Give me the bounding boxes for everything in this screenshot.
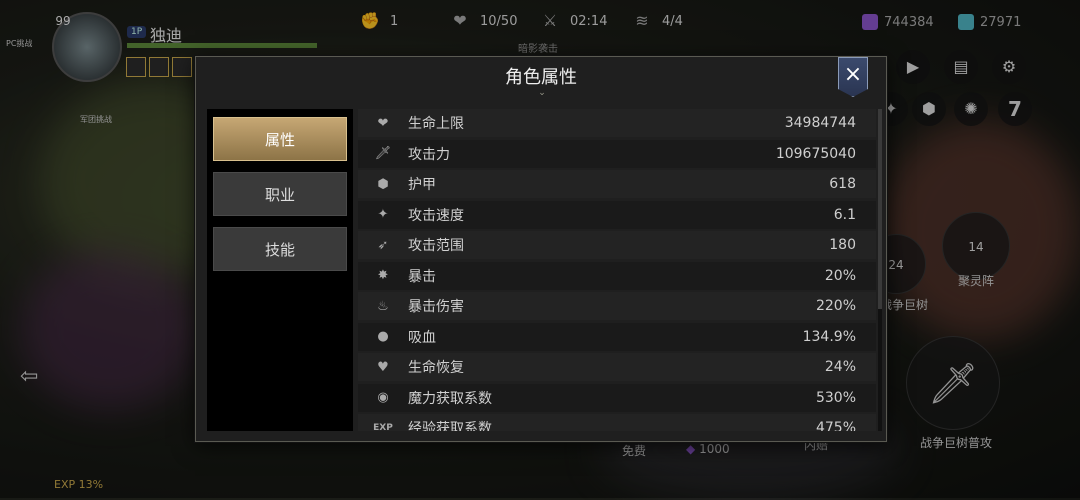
stat-label: 攻击速度 (408, 207, 464, 224)
tab-attributes[interactable]: 属性 (213, 117, 347, 161)
title-ornament-icon: ⌄ (538, 88, 546, 98)
range-icon: ➶ (377, 237, 389, 253)
tab-skills[interactable]: 技能 (213, 227, 347, 271)
stat-label: 暴击伤害 (408, 299, 464, 315)
stat-label: 魔力获取系数 (408, 390, 492, 407)
stat-value: 24% (824, 359, 856, 375)
stat-row: ✸ 暴击 20% (358, 261, 876, 290)
stat-value: 530% (815, 389, 856, 406)
stat-value: 180 (829, 237, 856, 253)
close-button[interactable]: × (838, 57, 868, 97)
sword-icon: 🗡 (374, 146, 392, 161)
stat-row: ⬢ 护甲 618 (358, 170, 876, 198)
regen-icon: ♥ (377, 359, 389, 375)
stat-label: 生命上限 (408, 116, 464, 132)
stats-scrollbar[interactable] (878, 109, 882, 431)
crit-icon: ✸ (377, 268, 389, 283)
stat-row: ❤ 生命上限 34984744 (358, 109, 876, 137)
stat-label: 经验获取系数 (408, 421, 492, 431)
stat-value: 618 (829, 176, 856, 192)
stat-value: 6.1 (833, 206, 856, 223)
exp-icon: EXP (373, 423, 393, 431)
stat-row: ♥ 生命恢复 24% (358, 353, 876, 381)
stat-value: 475% (815, 420, 856, 431)
shield-icon: ⬢ (377, 176, 389, 192)
speed-icon: ✦ (377, 207, 389, 222)
attributes-modal: 角色属性 ⌄ × 属性 职业 技能 ❤ 生命上限 34984744 🗡 攻击力 10967… (195, 56, 887, 442)
stat-row: ◉ 魔力获取系数 530% (358, 383, 876, 412)
stat-row: 🗡 攻击力 109675040 (358, 139, 876, 168)
stat-label: 攻击范围 (408, 238, 464, 254)
stat-row: ➶ 攻击范围 180 (358, 231, 876, 259)
heart-icon: ❤ (377, 115, 389, 131)
stat-label: 吸血 (408, 329, 436, 346)
stat-value: 109675040 (775, 145, 856, 162)
tab-sidebar: 属性 职业 技能 (207, 109, 353, 431)
mana-icon: ◉ (377, 390, 389, 405)
stat-label: 暴击 (408, 268, 436, 285)
stats-list[interactable]: ❤ 生命上限 34984744 🗡 攻击力 109675040 ⬢ 护甲 618 ✦ 攻击速度 6.1… (358, 109, 876, 431)
lifesteal-icon: ● (377, 329, 389, 344)
stat-value: 34984744 (784, 115, 856, 131)
stat-row: EXP 经验获取系数 475% (358, 414, 876, 431)
stat-label: 生命恢复 (408, 360, 464, 376)
stat-row: ● 吸血 134.9% (358, 322, 876, 351)
stat-value: 134.9% (802, 328, 856, 345)
stat-value: 20% (824, 267, 856, 284)
stat-value: 220% (815, 298, 856, 314)
stat-row: ♨ 暴击伤害 220% (358, 292, 876, 320)
tab-class[interactable]: 职业 (213, 172, 347, 216)
crit-damage-icon: ♨ (377, 298, 389, 314)
stat-row: ✦ 攻击速度 6.1 (358, 200, 876, 229)
stat-label: 攻击力 (408, 146, 450, 163)
modal-title: 角色属性 (505, 67, 577, 88)
stat-label: 护甲 (408, 177, 436, 193)
